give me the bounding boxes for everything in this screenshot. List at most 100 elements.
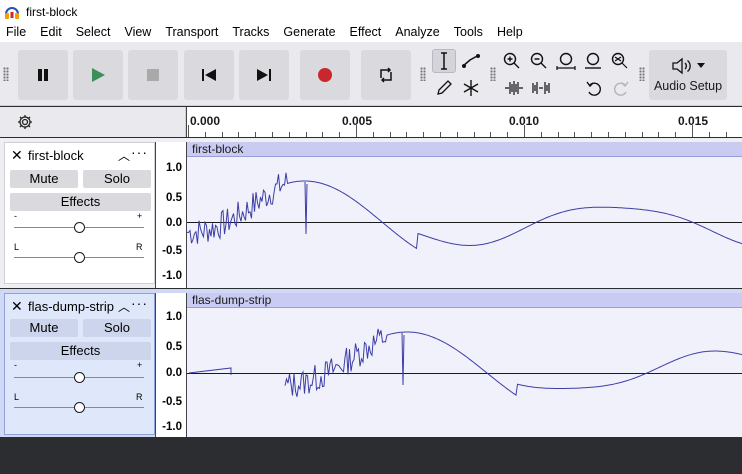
selection-tool-button[interactable] xyxy=(432,49,456,73)
fit-selection-button[interactable] xyxy=(554,49,578,73)
fit-project-button[interactable] xyxy=(581,49,605,73)
toolbar-grip[interactable] xyxy=(3,67,9,81)
gain-slider-knob[interactable] xyxy=(74,372,85,383)
scale-label: 1.0 xyxy=(166,311,182,323)
record-button[interactable] xyxy=(300,50,350,100)
menu-help[interactable]: Help xyxy=(490,23,530,42)
pan-right-label: R xyxy=(136,392,143,402)
scale-label: -1.0 xyxy=(162,270,182,282)
loop-button[interactable] xyxy=(361,50,411,100)
scale-label: 1.0 xyxy=(166,162,182,174)
track-menu-icon[interactable]: ··· xyxy=(131,144,148,160)
pan-slider-knob[interactable] xyxy=(74,252,85,263)
waveform-prefix xyxy=(188,367,232,375)
ruler-tick xyxy=(423,132,425,137)
trim-outside-button[interactable] xyxy=(502,76,526,100)
envelope-tool-button[interactable] xyxy=(459,49,483,73)
ruler-tick xyxy=(540,132,542,137)
ruler-tick xyxy=(221,132,223,137)
ruler-tick xyxy=(356,125,357,137)
skip-to-end-button[interactable] xyxy=(239,50,289,100)
solo-button[interactable]: Solo xyxy=(83,319,151,337)
pause-icon xyxy=(38,69,48,81)
audacity-headphones-icon xyxy=(5,6,19,19)
close-track-icon[interactable]: ✕ xyxy=(11,147,23,164)
gain-slider-knob[interactable] xyxy=(74,222,85,233)
ruler-tick xyxy=(255,132,257,137)
toolbar-grip[interactable] xyxy=(639,67,645,81)
ruler-tick xyxy=(658,132,660,137)
zoom-in-button[interactable] xyxy=(500,49,524,73)
zoom-toggle-icon xyxy=(611,52,628,69)
multi-tool-button[interactable] xyxy=(459,76,483,100)
track-name[interactable]: first-block xyxy=(28,148,84,163)
stop-button[interactable] xyxy=(128,50,178,100)
track-control-panel: ✕ flas-dump-strip ︿ ··· Mute Solo Effect… xyxy=(4,293,155,435)
silence-selection-button[interactable] xyxy=(529,76,553,100)
zoom-out-button[interactable] xyxy=(527,49,551,73)
skip-to-start-button[interactable] xyxy=(184,50,234,100)
scale-label: -0.5 xyxy=(162,396,182,408)
ruler-tick xyxy=(188,125,189,137)
ruler-tick xyxy=(624,132,626,137)
pause-button[interactable] xyxy=(18,50,68,100)
menu-transport[interactable]: Transport xyxy=(158,23,225,42)
ruler-tick xyxy=(473,132,475,137)
menu-edit[interactable]: Edit xyxy=(33,23,69,42)
gain-plus-label: + xyxy=(137,211,143,221)
audio-setup-button[interactable]: Audio Setup xyxy=(649,50,727,100)
vertical-scale[interactable]: 1.0 0.5 0.0 -0.5 -1.0 xyxy=(155,293,186,437)
vertical-scale[interactable]: 1.0 0.5 0.0 -0.5 -1.0 xyxy=(155,142,186,288)
play-button[interactable] xyxy=(73,50,123,100)
scale-label: 0.0 xyxy=(166,217,182,229)
menu-view[interactable]: View xyxy=(117,23,158,42)
scale-label: 0.5 xyxy=(166,192,182,204)
zoom-in-icon xyxy=(503,52,520,69)
menu-select[interactable]: Select xyxy=(69,23,118,42)
menu-tools[interactable]: Tools xyxy=(447,23,490,42)
silence-selection-icon xyxy=(532,82,550,94)
loop-icon xyxy=(380,67,392,83)
menu-effect[interactable]: Effect xyxy=(343,23,389,42)
waveform xyxy=(187,172,742,250)
draw-tool-button[interactable] xyxy=(432,76,456,100)
mute-button[interactable]: Mute xyxy=(10,170,78,188)
pan-slider-knob[interactable] xyxy=(74,402,85,413)
solo-button[interactable]: Solo xyxy=(83,170,151,188)
gain-plus-label: + xyxy=(137,360,143,370)
waveform-area[interactable]: first-block xyxy=(186,142,742,288)
collapse-track-icon[interactable]: ︿ xyxy=(118,298,130,315)
waveform-area[interactable]: flas-dump-strip xyxy=(186,293,742,437)
timeline[interactable]: 0.000 0.005 0.010 0.015 xyxy=(186,107,742,137)
collapse-track-icon[interactable]: ︿ xyxy=(118,147,130,164)
waveform-spike xyxy=(304,181,308,235)
toolbar-grip[interactable] xyxy=(490,67,496,81)
ruler-tick xyxy=(490,132,492,137)
scale-label: -0.5 xyxy=(162,245,182,257)
toolbar-grip[interactable] xyxy=(420,67,426,81)
gain-minus-label: - xyxy=(14,211,17,221)
track-name[interactable]: flas-dump-strip xyxy=(28,299,114,314)
effects-button[interactable]: Effects xyxy=(10,342,151,360)
trim-outside-icon xyxy=(505,81,523,95)
dropdown-arrow-icon xyxy=(697,63,705,68)
draw-tool-icon xyxy=(437,80,452,95)
undo-button[interactable] xyxy=(582,76,606,100)
gear-icon[interactable] xyxy=(17,114,33,130)
ruler-tick xyxy=(574,132,576,137)
ruler-label: 0.000 xyxy=(190,114,221,128)
menu-tracks[interactable]: Tracks xyxy=(225,23,276,42)
menu-analyze[interactable]: Analyze xyxy=(388,23,446,42)
menu-generate[interactable]: Generate xyxy=(276,23,342,42)
effects-button[interactable]: Effects xyxy=(10,193,151,211)
ruler-label: 0.005 xyxy=(342,114,373,128)
track-menu-icon[interactable]: ··· xyxy=(131,295,148,311)
close-track-icon[interactable]: ✕ xyxy=(11,298,23,315)
redo-button[interactable] xyxy=(609,76,633,100)
mute-button[interactable]: Mute xyxy=(10,319,78,337)
menu-file[interactable]: File xyxy=(0,23,33,42)
redo-icon xyxy=(614,81,629,96)
zoom-toggle-button[interactable] xyxy=(608,49,632,73)
title-bar: first-block xyxy=(0,0,742,23)
timeline-ruler-bar: 0.000 0.005 0.010 0.015 xyxy=(0,107,742,137)
